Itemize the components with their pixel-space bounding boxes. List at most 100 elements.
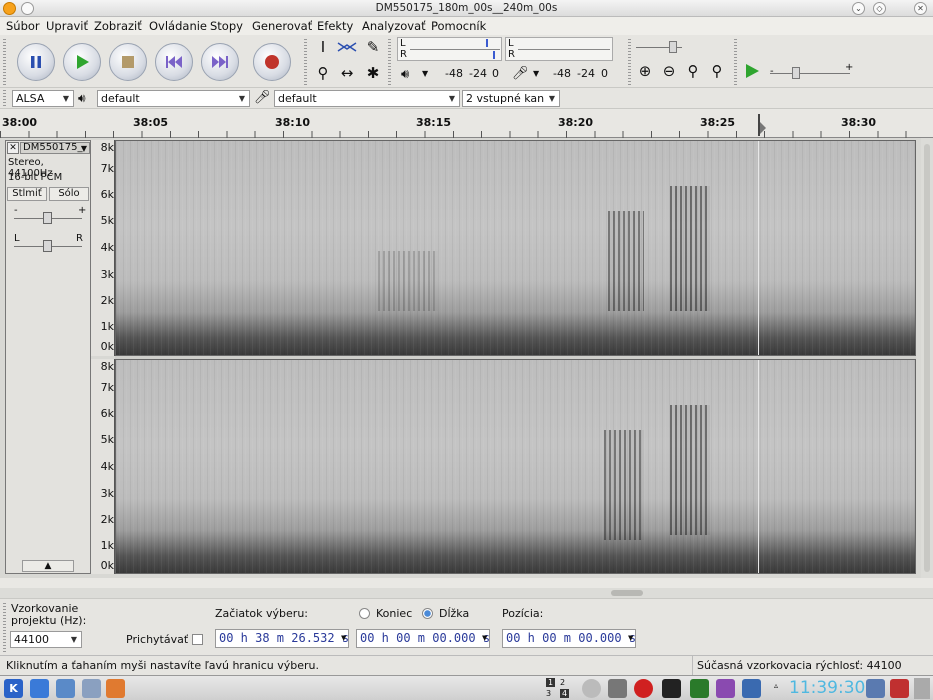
logout-icon[interactable] xyxy=(890,679,909,698)
menu-effects[interactable]: Efekty xyxy=(317,19,353,33)
zoom-out-icon[interactable]: ⊖ xyxy=(658,61,680,81)
menu-edit[interactable]: Upraviť xyxy=(46,19,88,33)
envelope-tool-icon[interactable] xyxy=(336,37,358,57)
menu-view[interactable]: Zobraziť xyxy=(94,19,142,33)
vertical-scrollbar[interactable] xyxy=(921,138,933,578)
audio-icon[interactable] xyxy=(690,679,709,698)
close-button[interactable]: ✕ xyxy=(914,2,927,15)
pan-slider[interactable] xyxy=(43,240,52,252)
position-time[interactable]: 00 h 00 m 00.000 s xyxy=(502,629,636,648)
menu-analyze[interactable]: Analyzovať xyxy=(362,19,426,33)
gain-slider[interactable] xyxy=(43,212,52,224)
chevron-down-icon[interactable]: ▼ xyxy=(341,634,346,642)
input-channels-select[interactable]: 2 vstupné kan ▼ xyxy=(462,90,560,107)
project-rate-select[interactable]: 44100 ▼ xyxy=(10,631,82,648)
chevron-down-icon[interactable]: ▼ xyxy=(533,69,539,78)
desktop-4[interactable]: 4 xyxy=(560,689,570,698)
spectrogram-right-channel[interactable] xyxy=(115,359,916,574)
clock[interactable]: 11:39:30 xyxy=(789,678,865,698)
spectrogram-feature xyxy=(378,251,438,311)
end-radio[interactable] xyxy=(359,608,370,619)
desktop-pager[interactable]: 1 2 3 4 xyxy=(544,678,574,700)
zoom-tool-icon[interactable]: ⚲ xyxy=(312,63,334,83)
home-folder-icon[interactable] xyxy=(30,679,49,698)
file-manager-icon[interactable] xyxy=(82,679,101,698)
meter-right-label: R xyxy=(508,49,515,60)
show-desktop-button[interactable] xyxy=(914,678,930,699)
length-radio[interactable] xyxy=(422,608,433,619)
fit-project-icon[interactable]: ⚲ xyxy=(706,61,728,81)
toolbar-grip[interactable] xyxy=(3,603,6,653)
stop-button[interactable] xyxy=(109,43,147,81)
record-meter[interactable]: L R xyxy=(505,37,613,61)
skip-end-button[interactable] xyxy=(201,43,239,81)
spectrogram-feature xyxy=(604,430,644,540)
draw-tool-icon[interactable]: ✎ xyxy=(362,37,384,57)
toolbar-grip[interactable] xyxy=(3,39,6,85)
vertical-scrollbar-thumb[interactable] xyxy=(924,144,930,572)
spectrogram-left-channel[interactable] xyxy=(115,140,916,356)
maximize-button[interactable]: ◇ xyxy=(873,2,886,15)
solo-button[interactable]: Sólo xyxy=(49,187,89,201)
selection-length-time[interactable]: 00 h 00 m 00.000 s xyxy=(356,629,490,648)
record-button[interactable] xyxy=(253,43,291,81)
app-launcher-icon[interactable] xyxy=(106,679,125,698)
pause-button[interactable] xyxy=(17,43,55,81)
tray-arrow-icon[interactable]: ▵ xyxy=(774,681,778,690)
horizontal-scrollbar-thumb[interactable] xyxy=(611,590,643,596)
system-icon[interactable] xyxy=(56,679,75,698)
play-at-speed-button[interactable] xyxy=(741,61,763,81)
zoom-in-icon[interactable]: ⊕ xyxy=(634,61,656,81)
chevron-down-icon[interactable]: ▼ xyxy=(482,634,487,642)
play-button[interactable] xyxy=(63,43,101,81)
horizontal-scrollbar[interactable] xyxy=(0,588,933,598)
playback-meter[interactable]: L R xyxy=(397,37,502,61)
toolbar-grip[interactable] xyxy=(388,39,391,85)
host-select[interactable]: ALSA ▼ xyxy=(12,90,74,107)
skip-start-button[interactable] xyxy=(155,43,193,81)
ruler-label: 38:25 xyxy=(700,116,736,129)
media-icon[interactable] xyxy=(716,679,735,698)
speed-slider-thumb[interactable] xyxy=(792,67,800,79)
minimize-button[interactable]: ⌄ xyxy=(852,2,865,15)
settings-icon[interactable] xyxy=(582,679,601,698)
output-device-value: default xyxy=(101,92,140,105)
terminal-icon[interactable] xyxy=(662,679,681,698)
toolbar-grip[interactable] xyxy=(628,39,631,85)
output-device-select[interactable]: default ▼ xyxy=(97,90,250,107)
fit-selection-icon[interactable]: ⚲ xyxy=(682,61,704,81)
freq-label: 8k xyxy=(100,360,114,373)
track-name-menu[interactable]: DM550175_ ▼ xyxy=(20,142,90,154)
track-close-button[interactable]: ✕ xyxy=(7,142,19,154)
freq-label: 3k xyxy=(100,268,114,281)
network-icon[interactable] xyxy=(608,679,627,698)
toolbar-grip[interactable] xyxy=(734,39,737,85)
desktop-2[interactable]: 2 xyxy=(560,678,565,687)
display-icon[interactable] xyxy=(742,679,761,698)
selection-tool-icon[interactable]: I xyxy=(312,37,334,57)
menu-file[interactable]: Súbor xyxy=(6,19,40,33)
toolbar-grip[interactable] xyxy=(3,90,6,107)
track-control-panel[interactable]: ✕ DM550175_ ▼ Stereo, 44100Hz 16-bit PCM… xyxy=(5,140,91,574)
menu-transport[interactable]: Ovládanie xyxy=(149,19,207,33)
timeline-ruler[interactable]: 38:00 38:05 38:10 38:15 38:20 38:25 38:3… xyxy=(0,110,933,138)
kde-menu-icon[interactable]: K xyxy=(4,679,23,698)
collapse-track-button[interactable]: ▲ xyxy=(22,560,74,572)
selection-start-time[interactable]: 00 h 38 m 26.532 s xyxy=(215,629,349,648)
mixer-slider-thumb[interactable] xyxy=(669,41,677,53)
lock-screen-icon[interactable] xyxy=(866,679,885,698)
toolbar-grip[interactable] xyxy=(304,39,307,85)
multi-tool-icon[interactable]: ✱ xyxy=(362,63,384,83)
snap-checkbox[interactable] xyxy=(192,634,203,645)
desktop-1[interactable]: 1 xyxy=(546,678,556,687)
opera-icon[interactable] xyxy=(634,679,653,698)
mute-button[interactable]: Stlmiť xyxy=(7,187,47,201)
menu-generate[interactable]: Generovať xyxy=(252,19,312,33)
menu-tracks[interactable]: Stopy xyxy=(210,19,243,33)
menu-help[interactable]: Pomocník xyxy=(431,19,486,33)
chevron-down-icon[interactable]: ▼ xyxy=(422,69,428,78)
timeshift-tool-icon[interactable]: ↔ xyxy=(336,63,358,83)
input-device-select[interactable]: default ▼ xyxy=(274,90,460,107)
chevron-down-icon[interactable]: ▼ xyxy=(628,634,633,642)
desktop-3[interactable]: 3 xyxy=(546,689,551,698)
